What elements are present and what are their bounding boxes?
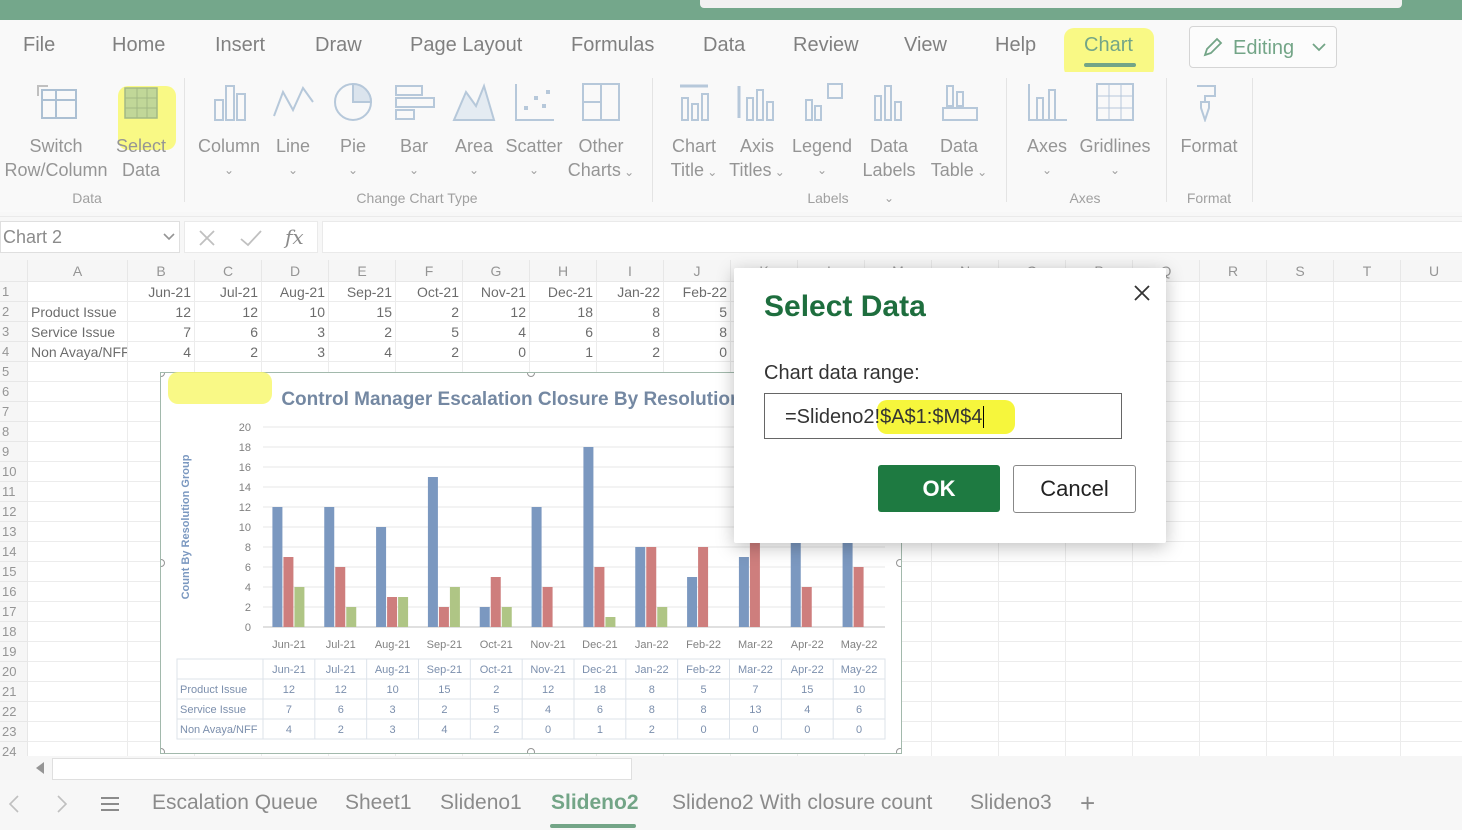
- dialog-title: Select Data: [764, 290, 926, 323]
- cancel-button[interactable]: Cancel: [1013, 465, 1136, 513]
- select-data-dialog: Select Data Chart data range: =Slideno2!…: [734, 268, 1166, 543]
- chart-data-range-label: Chart data range:: [764, 362, 920, 384]
- range-address-part: !$A$1:$M$4: [874, 406, 983, 428]
- modal-overlay: [0, 0, 1462, 830]
- text-cursor: [983, 406, 985, 428]
- ok-button[interactable]: OK: [878, 465, 1000, 512]
- range-value: =Slideno2!$A$1:$M$4: [785, 406, 985, 429]
- range-sheet-part: =Slideno2: [785, 406, 875, 428]
- chart-data-range-input[interactable]: =Slideno2!$A$1:$M$4: [764, 393, 1122, 439]
- close-icon[interactable]: [1132, 283, 1152, 303]
